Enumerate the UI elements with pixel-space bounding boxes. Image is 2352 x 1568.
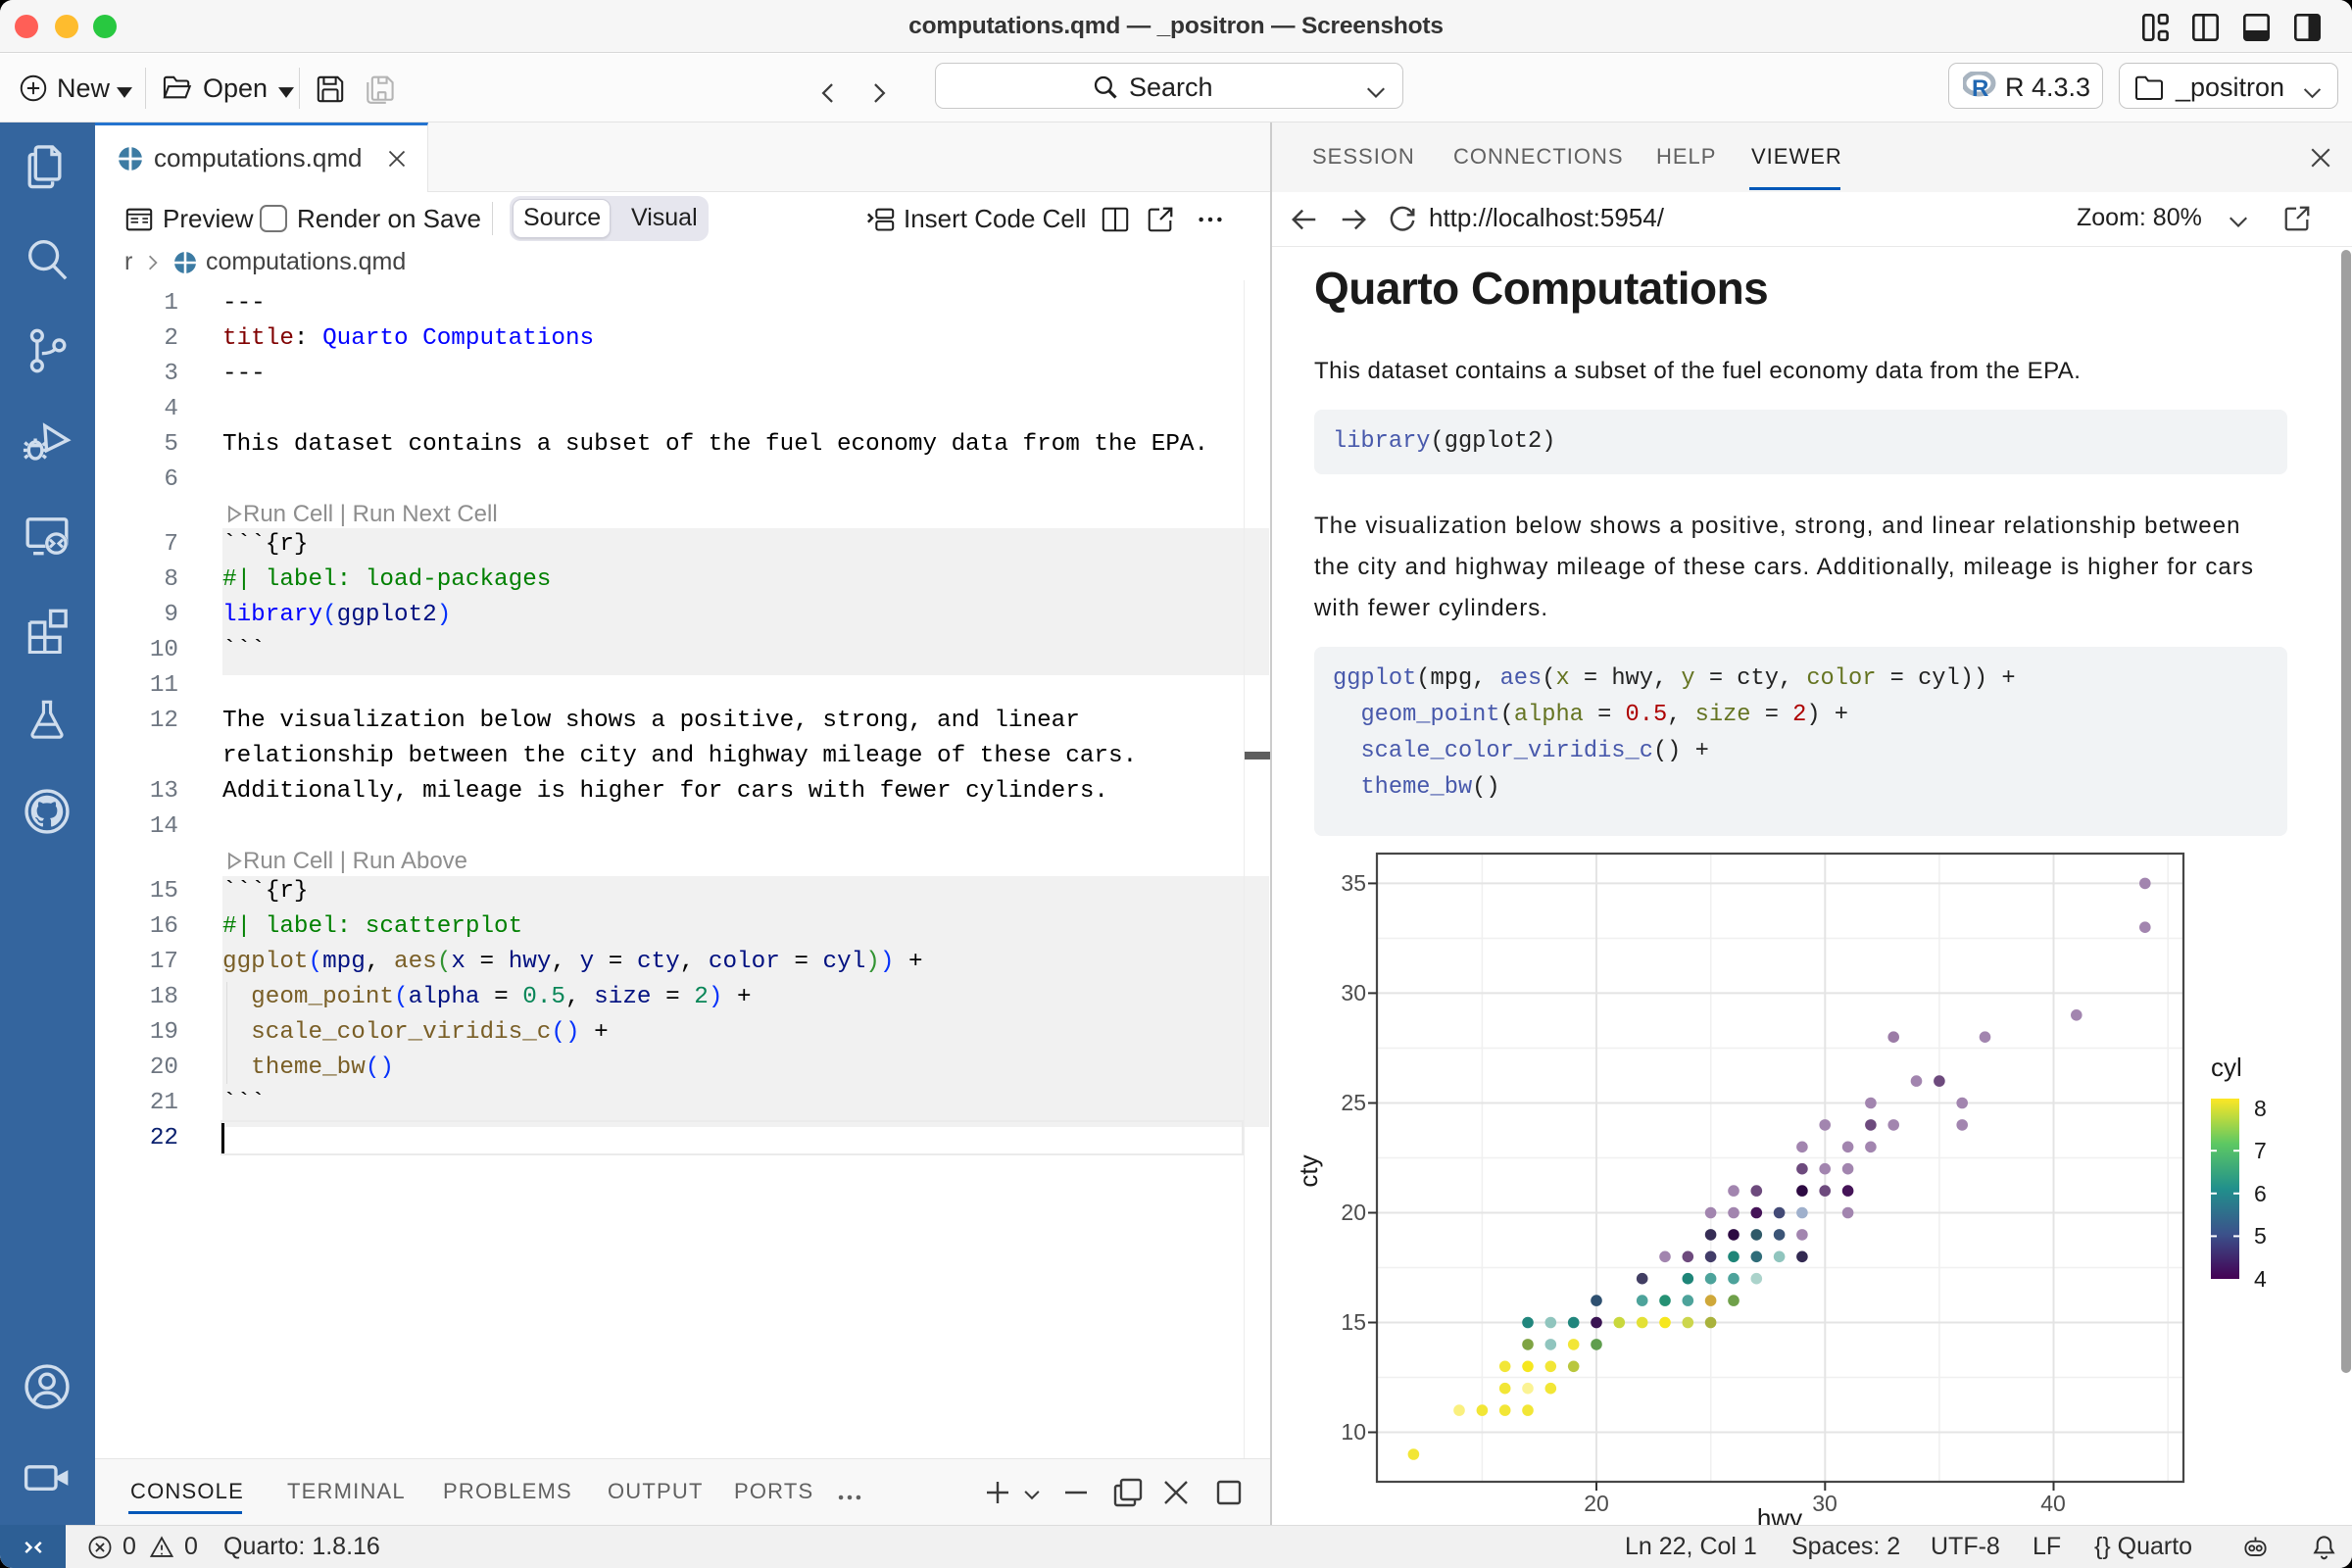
- svg-text:20: 20: [1341, 1200, 1366, 1225]
- svg-text:35: 35: [1341, 870, 1366, 896]
- svg-text:4: 4: [2254, 1266, 2267, 1292]
- svg-text:R: R: [1972, 75, 1988, 99]
- svg-text:5: 5: [2254, 1223, 2267, 1249]
- svg-text:30: 30: [1812, 1491, 1838, 1516]
- svg-text:10: 10: [1341, 1419, 1366, 1445]
- svg-text:15: 15: [1341, 1309, 1366, 1335]
- svg-text:cyl: cyl: [2211, 1053, 2242, 1082]
- svg-text:8: 8: [2254, 1096, 2267, 1121]
- svg-text:7: 7: [2254, 1138, 2267, 1163]
- svg-text:20: 20: [1584, 1491, 1609, 1516]
- svg-text:hwy: hwy: [1757, 1503, 1802, 1525]
- svg-text:30: 30: [1341, 980, 1366, 1005]
- svg-text:40: 40: [2040, 1491, 2066, 1516]
- svg-text:cty: cty: [1294, 1154, 1323, 1187]
- svg-text:25: 25: [1341, 1090, 1366, 1115]
- svg-text:6: 6: [2254, 1181, 2267, 1206]
